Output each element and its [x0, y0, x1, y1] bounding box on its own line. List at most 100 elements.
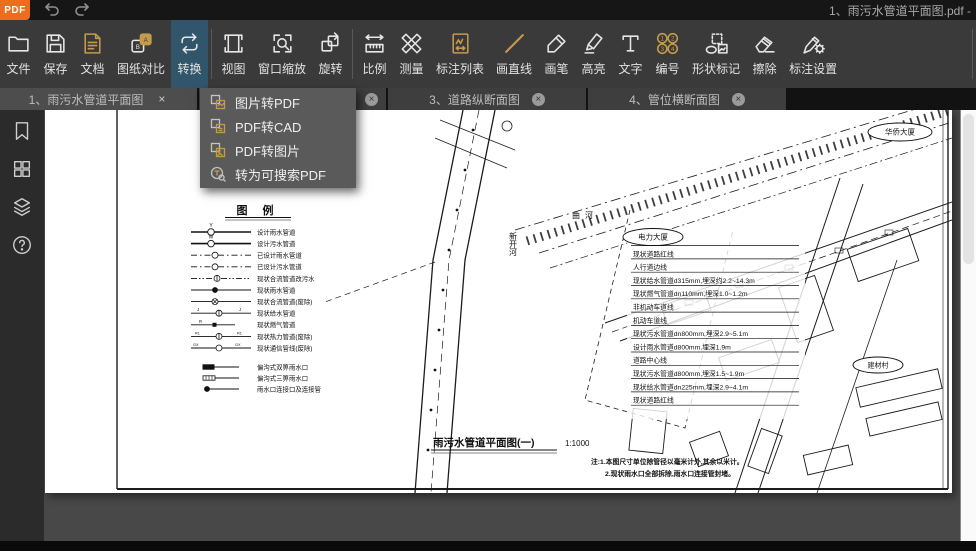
- document-tab-bar: 1、雨污水管道平面图 × × 3、道路纵断面图 × 4、管位横断面图 ×: [0, 88, 976, 110]
- undo-icon: [44, 3, 60, 17]
- view-button[interactable]: 视图: [215, 20, 252, 88]
- file-button[interactable]: 文件: [0, 20, 37, 88]
- drawing-compare-button[interactable]: B A 图纸对比: [111, 20, 171, 88]
- save-icon: [43, 31, 68, 56]
- tab-close-button[interactable]: ×: [155, 93, 168, 106]
- svg-text:设计雨水管道d800mm,埋深1.9m: 设计雨水管道d800mm,埋深1.9m: [633, 342, 731, 351]
- svg-text:1: 1: [661, 36, 665, 43]
- svg-text:现状通信管线(废除): 现状通信管线(废除): [257, 343, 312, 352]
- svg-text:机动车道线: 机动车道线: [633, 316, 667, 325]
- svg-text:B: B: [135, 44, 139, 51]
- rotate-button[interactable]: 旋转: [312, 20, 349, 88]
- tab-pipe-cross-section[interactable]: 4、管位横断面图 ×: [588, 88, 786, 110]
- svg-text:现状热力管道(废除): 现状热力管道(废除): [257, 332, 312, 341]
- shape-mark-icon: [704, 31, 729, 56]
- layers-icon[interactable]: [11, 196, 33, 218]
- scale-icon: [362, 31, 387, 56]
- pen-icon: [544, 31, 569, 56]
- measure-button[interactable]: 测量: [393, 20, 430, 88]
- menu-item-pdf-to-cad[interactable]: PDF转CAD: [200, 114, 356, 138]
- menu-item-searchable-pdf[interactable]: 转为可搜索PDF: [200, 162, 356, 186]
- svg-text:图 例: 图 例: [236, 203, 279, 217]
- left-sidebar: [0, 110, 44, 541]
- tab-close-button[interactable]: ×: [732, 93, 745, 106]
- redo-button[interactable]: [74, 3, 90, 17]
- svg-text:GX: GX: [235, 343, 241, 347]
- annotation-settings-button[interactable]: 标注设置: [783, 20, 843, 88]
- pipe-callouts: 改造规划线 现状道路红线 人行道边线 现状给水管道d315mm,埋深约2.2~1…: [627, 233, 805, 419]
- toolbar-separator: [972, 29, 973, 79]
- svg-text:J: J: [239, 307, 241, 312]
- scrollbar-thumb[interactable]: [963, 114, 974, 264]
- window-zoom-button[interactable]: 窗口缩放: [252, 20, 312, 88]
- svg-text:W: W: [209, 235, 214, 241]
- vertical-scrollbar[interactable]: [960, 110, 976, 541]
- svg-text:2.现状雨水口全部拆除,雨水口连接管封堵。: 2.现状雨水口全部拆除,雨水口连接管封堵。: [605, 469, 735, 478]
- menu-item-image-to-pdf[interactable]: 图片转PDF: [200, 90, 356, 114]
- svg-text:4: 4: [671, 46, 675, 53]
- title-bar: PDF 1、雨污水管道平面图.pdf -: [0, 0, 976, 20]
- annotation-settings-icon: [801, 31, 826, 56]
- convert-button[interactable]: 转换: [171, 20, 208, 88]
- tab-plan-drawing[interactable]: 1、雨污水管道平面图 ×: [0, 88, 197, 110]
- legend: 图 例 Y 设计雨水管道 W 设计污水管道 已设计雨水管道: [191, 203, 321, 393]
- tab-close-button[interactable]: ×: [532, 93, 545, 106]
- svg-text:现状燃气管道dn110mm,埋深1.0~1.2m: 现状燃气管道dn110mm,埋深1.0~1.2m: [633, 289, 748, 298]
- help-icon[interactable]: [11, 234, 33, 256]
- svg-text:注:1.本图尺寸单位除管径以毫米计外,其余以米计。: 注:1.本图尺寸单位除管径以毫米计外,其余以米计。: [591, 457, 744, 466]
- undo-button[interactable]: [44, 3, 60, 17]
- toolbar-separator: [211, 29, 212, 79]
- svg-text:J: J: [197, 307, 199, 312]
- text-button[interactable]: 文字: [612, 20, 649, 88]
- document-canvas[interactable]: 图 例 Y 设计雨水管道 W 设计污水管道 已设计雨水管道: [44, 110, 960, 541]
- pdf-to-cad-icon: [210, 118, 226, 134]
- scale-button[interactable]: 比例: [356, 20, 393, 88]
- svg-text:2: 2: [671, 36, 675, 43]
- svg-text:现状道路红线: 现状道路红线: [633, 249, 674, 258]
- document-icon: [80, 31, 105, 56]
- menu-item-pdf-to-image[interactable]: PDF转图片: [200, 138, 356, 162]
- main-toolbar: 文件 保存 文档 B A 图纸对比 转换 视图 窗口缩放 旋转 比例: [0, 20, 976, 88]
- pen-button[interactable]: 画笔: [538, 20, 575, 88]
- svg-text:非机动车道线: 非机动车道线: [633, 303, 674, 312]
- svg-text:新开河: 新开河: [509, 231, 518, 256]
- rotate-icon: [318, 31, 343, 56]
- svg-text:已设计污水管道: 已设计污水管道: [257, 262, 302, 271]
- draw-line-icon: [502, 31, 527, 56]
- eraser-icon: [752, 31, 777, 56]
- bookmark-icon[interactable]: [11, 120, 33, 142]
- pdf-page[interactable]: 图 例 Y 设计雨水管道 W 设计污水管道 已设计雨水管道: [45, 110, 952, 493]
- annotation-list-icon: [448, 31, 473, 56]
- highlight-button[interactable]: 高亮: [575, 20, 612, 88]
- eraser-button[interactable]: 擦除: [746, 20, 783, 88]
- svg-text:电力大厦: 电力大厦: [638, 232, 668, 242]
- number-button[interactable]: 1 2 3 4 编号: [649, 20, 686, 88]
- tab-road-profile[interactable]: 3、道路纵断面图 ×: [388, 88, 586, 110]
- svg-text:现状合流管道(废除): 现状合流管道(废除): [257, 297, 312, 306]
- svg-text:偏沟式三箅雨水口: 偏沟式三箅雨水口: [257, 373, 308, 382]
- draw-line-button[interactable]: 画直线: [490, 20, 538, 88]
- svg-text:R1: R1: [237, 331, 242, 335]
- convert-dropdown-menu: 图片转PDF PDF转CAD PDF转图片 转为可搜索PDF: [200, 88, 356, 188]
- annotation-list-button[interactable]: 标注列表: [430, 20, 490, 88]
- svg-text:设计污水管道: 设计污水管道: [257, 239, 296, 248]
- svg-text:现状污水管道dn800mm,埋深2.9~5.1m: 现状污水管道dn800mm,埋深2.9~5.1m: [633, 329, 748, 338]
- svg-text:华侨大厦: 华侨大厦: [885, 127, 915, 137]
- tab-close-button[interactable]: ×: [365, 93, 378, 106]
- save-button[interactable]: 保存: [37, 20, 74, 88]
- window-title: 1、雨污水管道平面图.pdf -: [829, 2, 976, 19]
- svg-text:偏沟式双箅雨水口: 偏沟式双箅雨水口: [257, 362, 308, 371]
- svg-text:现状给水管道d315mm,埋深约2.2~14.3m: 现状给水管道d315mm,埋深约2.2~14.3m: [633, 276, 755, 285]
- shape-mark-button[interactable]: 形状标记: [686, 20, 746, 88]
- app-logo: PDF: [0, 0, 30, 20]
- svg-text:现状给水管道: 现状给水管道: [257, 309, 296, 318]
- drawing-compare-icon: B A: [129, 31, 154, 56]
- pdf-to-image-icon: [210, 142, 226, 158]
- svg-text:GX: GX: [193, 343, 199, 347]
- sheet-title-block: 雨污水管道平面图(一) 1:1000 注:1.本图尺寸单位除管径以毫米计外,其余…: [431, 436, 744, 478]
- svg-text:设计雨水管道: 设计雨水管道: [257, 227, 296, 236]
- svg-text:雨污水管道平面图(一): 雨污水管道平面图(一): [433, 436, 535, 449]
- thumbnail-icon[interactable]: [11, 158, 33, 180]
- document-button[interactable]: 文档: [74, 20, 111, 88]
- svg-text:1:1000: 1:1000: [565, 439, 590, 448]
